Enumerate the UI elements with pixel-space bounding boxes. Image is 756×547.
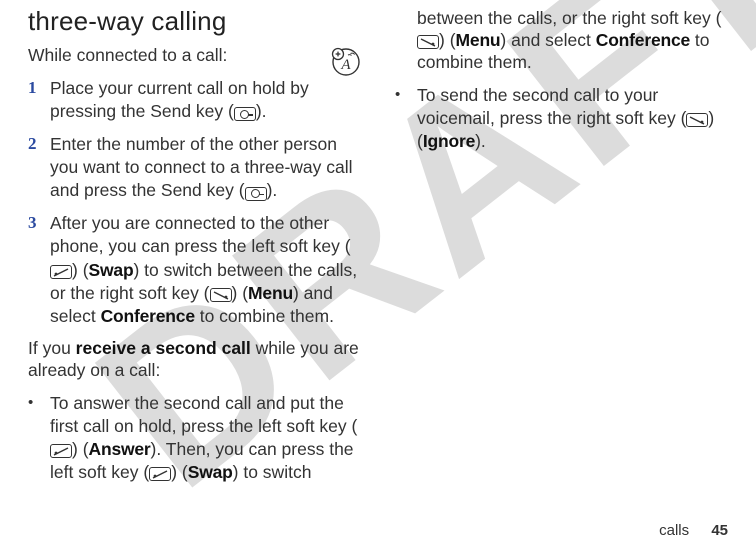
step-text: to combine them. <box>195 306 334 326</box>
bullet-list-right: • To send the second call to your voicem… <box>395 84 728 153</box>
step-2: 2 Enter the number of the other person y… <box>28 133 361 202</box>
bullet-text: To answer the second call and put the fi… <box>50 393 357 436</box>
step-text: ) ( <box>232 283 249 303</box>
bullet-text: ). <box>475 131 486 151</box>
cont-text: ) ( <box>439 30 456 50</box>
step-text: ) ( <box>72 260 89 280</box>
swap-label: Swap <box>188 462 233 482</box>
answer-label: Answer <box>89 439 151 459</box>
footer-section: calls <box>659 522 689 539</box>
page-number: 45 <box>711 522 728 539</box>
step-number: 3 <box>28 212 50 327</box>
left-soft-key-icon <box>50 444 72 458</box>
bullet-dot: • <box>395 84 417 153</box>
account-plus-icon: A <box>331 47 361 77</box>
page-footer: calls 45 <box>659 522 728 539</box>
step-number: 2 <box>28 133 50 202</box>
svg-text:A: A <box>340 57 351 73</box>
send-key-icon <box>245 187 267 201</box>
receive-lead-pre: If you <box>28 338 76 358</box>
intro-line: While connected to a call: A <box>28 45 361 67</box>
step-text: Place your current call on hold by press… <box>50 78 309 121</box>
bullet-continuation: between the calls, or the right soft key… <box>417 8 728 74</box>
step-text-post: ). <box>267 180 278 200</box>
bullet-text: ) ( <box>171 462 188 482</box>
section-title: three-way calling <box>28 6 361 37</box>
left-column: three-way calling While connected to a c… <box>28 6 361 494</box>
conference-label: Conference <box>596 30 690 50</box>
swap-label: Swap <box>89 260 134 280</box>
right-soft-key-icon <box>210 288 232 302</box>
right-soft-key-icon <box>417 35 439 49</box>
bullet-list-left: • To answer the second call and put the … <box>28 392 361 484</box>
step-text: After you are connected to the other pho… <box>50 213 351 256</box>
step-text: Enter the number of the other person you… <box>50 134 353 200</box>
step-1: 1 Place your current call on hold by pre… <box>28 77 323 123</box>
right-column: between the calls, or the right soft key… <box>395 6 728 494</box>
bullet-text: ) to switch <box>233 462 312 482</box>
ignore-label: Ignore <box>423 131 475 151</box>
bullet-answer: • To answer the second call and put the … <box>28 392 361 484</box>
bullet-dot: • <box>28 392 50 484</box>
steps-list: 1 Place your current call on hold by pre… <box>28 77 361 328</box>
receive-lead: If you receive a second call while you a… <box>28 338 361 382</box>
menu-label: Menu <box>248 283 293 303</box>
bullet-text: To send the second call to your voicemai… <box>417 85 686 128</box>
step-3: 3 After you are connected to the other p… <box>28 212 361 327</box>
left-soft-key-icon <box>50 265 72 279</box>
bullet-ignore: • To send the second call to your voicem… <box>395 84 728 153</box>
cont-text: between the calls, or the right soft key… <box>417 8 721 28</box>
step-number: 1 <box>28 77 50 123</box>
left-soft-key-icon <box>149 467 171 481</box>
intro-text: While connected to a call: <box>28 45 227 65</box>
step-text-post: ). <box>256 101 267 121</box>
right-soft-key-icon <box>686 113 708 127</box>
cont-text: ) and select <box>500 30 595 50</box>
menu-label: Menu <box>456 30 501 50</box>
bullet-text: ) ( <box>72 439 89 459</box>
send-key-icon <box>234 107 256 121</box>
receive-bold: receive a second call <box>76 338 251 358</box>
conference-label: Conference <box>101 306 195 326</box>
